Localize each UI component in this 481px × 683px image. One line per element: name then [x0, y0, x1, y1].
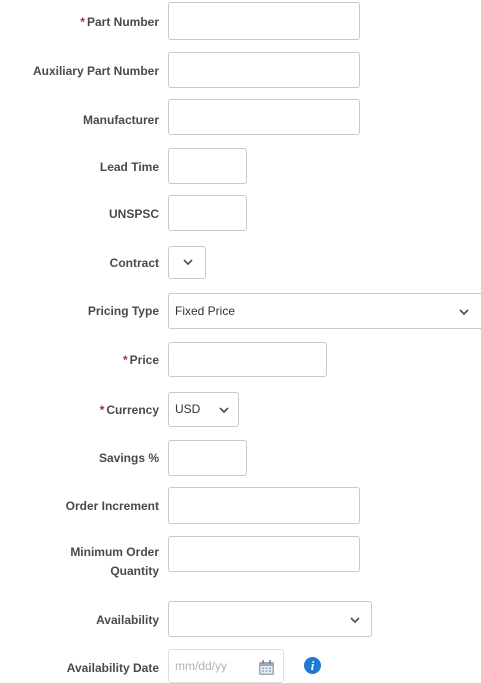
info-icon[interactable]: i: [304, 657, 321, 674]
price-input[interactable]: [168, 342, 327, 377]
calendar-icon[interactable]: [258, 659, 275, 679]
lead-time-label: Lead Time: [99, 160, 159, 174]
unspsc-input[interactable]: [168, 195, 247, 231]
savings-input[interactable]: [168, 440, 247, 476]
auxiliary-part-number-input[interactable]: [168, 52, 360, 88]
availability-date-input[interactable]: mm/dd/yy: [168, 649, 284, 683]
part-details-form: * Part Number Auxiliary Part Number Manuf…: [0, 0, 481, 683]
order-increment-input[interactable]: [168, 487, 360, 524]
chevron-down-icon: [350, 617, 360, 625]
availability-label: Availability: [96, 613, 159, 627]
minimum-order-quantity-label: Minimum Order Quantity: [70, 545, 159, 578]
required-marker: *: [80, 15, 85, 29]
savings-label: Savings %: [98, 451, 159, 465]
required-marker: *: [122, 353, 128, 367]
auxiliary-part-number-label: Auxiliary Part Number: [32, 64, 159, 78]
chevron-down-icon: [219, 407, 229, 415]
pricing-type-value: Fixed Price: [175, 304, 236, 318]
manufacturer-input[interactable]: [168, 99, 360, 135]
availability-date-placeholder: mm/dd/yy: [175, 659, 228, 673]
manufacturer-label: Manufacturer: [82, 113, 159, 127]
lead-time-input[interactable]: [168, 148, 247, 184]
unspsc-label: UNSPSC: [108, 207, 159, 221]
currency-select[interactable]: USD: [168, 392, 239, 427]
currency-label: * Currency: [99, 403, 159, 417]
pricing-type-label: Pricing Type: [87, 304, 159, 318]
chevron-down-icon: [183, 259, 193, 267]
availability-select[interactable]: [168, 601, 372, 637]
part-number-label: * Part Number: [80, 15, 159, 29]
contract-label: Contract: [109, 256, 159, 270]
part-number-input[interactable]: [168, 2, 360, 40]
contract-select[interactable]: [168, 246, 206, 279]
minimum-order-quantity-input[interactable]: [168, 536, 360, 572]
pricing-type-select[interactable]: Fixed Price: [168, 293, 481, 329]
price-label: * Price: [122, 353, 159, 367]
required-marker: *: [99, 403, 105, 417]
currency-value: USD: [175, 402, 201, 416]
availability-date-label: Availability Date: [66, 661, 159, 675]
order-increment-label: Order Increment: [65, 499, 159, 513]
chevron-down-icon: [459, 309, 469, 317]
